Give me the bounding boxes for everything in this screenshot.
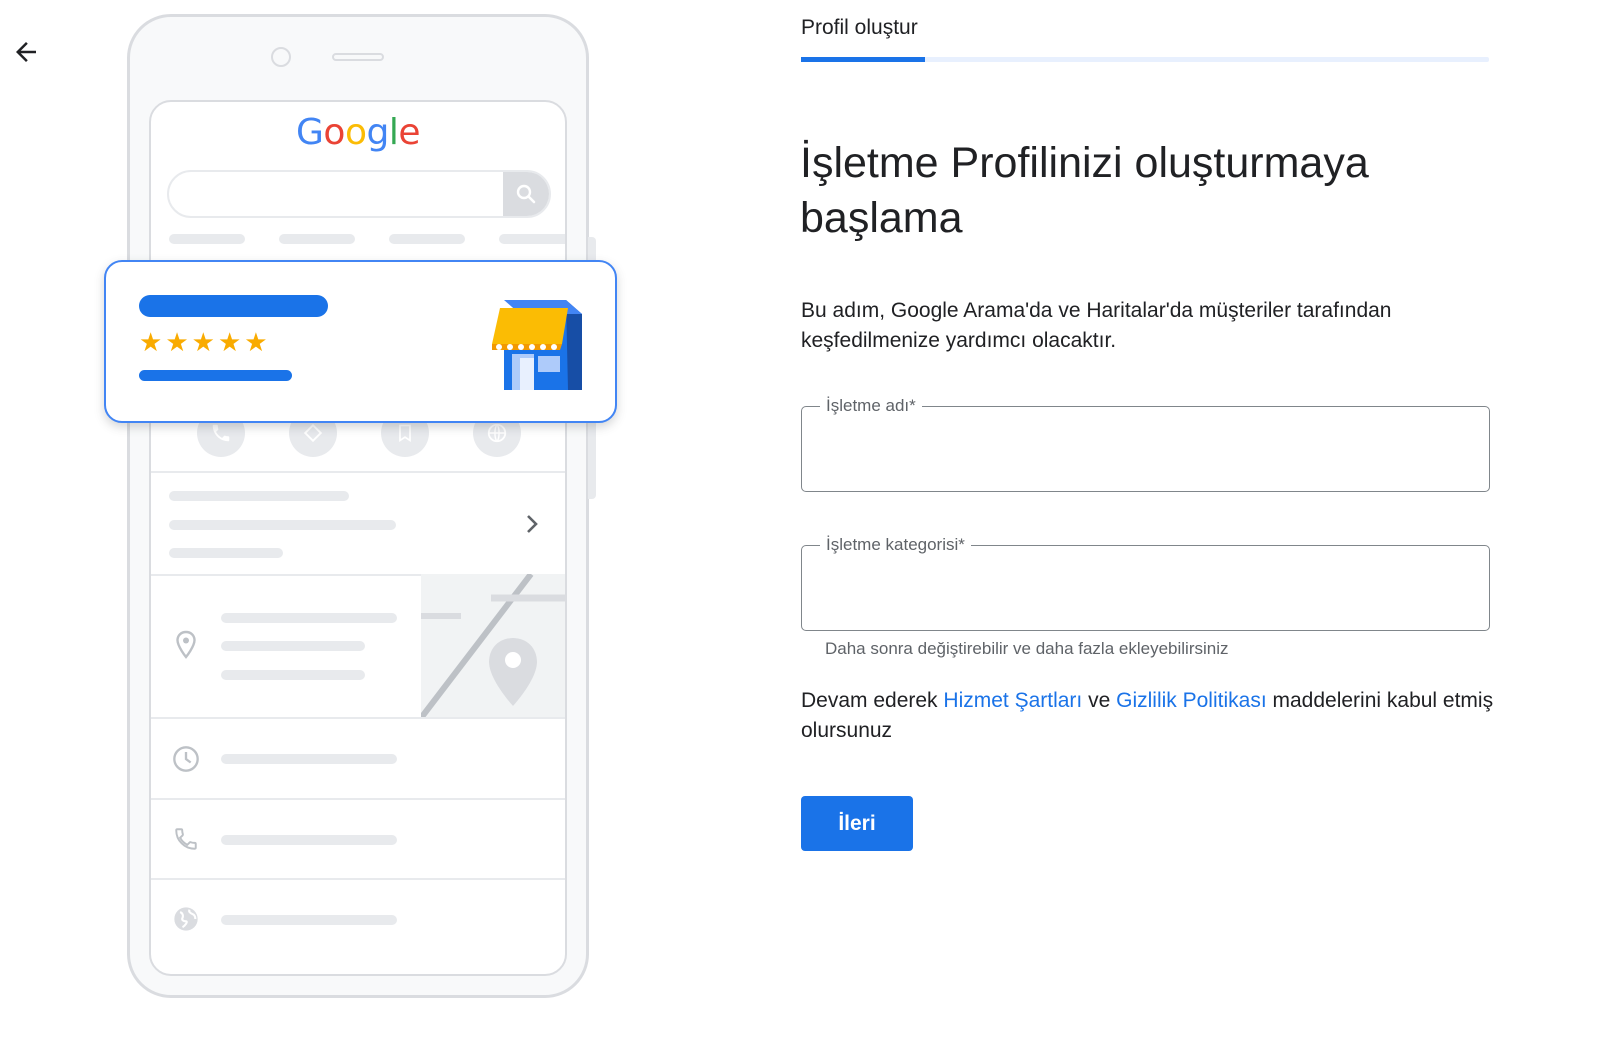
logo-letter: g: [366, 112, 389, 153]
mock-phone-row-icon: [171, 824, 201, 854]
mock-map: [421, 574, 565, 718]
terms-of-service-link[interactable]: Hizmet Şartları: [943, 689, 1082, 712]
mock-more-link: [521, 510, 543, 543]
next-button[interactable]: İleri: [801, 796, 913, 851]
mock-divider: [151, 798, 565, 800]
phone-camera: [271, 47, 291, 67]
mock-text-line: [169, 491, 349, 501]
mock-website-row-icon: [171, 904, 201, 934]
terms-notice: Devam ederek Hizmet Şartları ve Gizlilik…: [801, 686, 1501, 746]
business-category-input[interactable]: [802, 546, 1489, 630]
logo-letter: l: [388, 112, 399, 153]
mock-text-line: [221, 835, 397, 845]
mock-divider: [151, 717, 565, 719]
globe-icon: [174, 907, 198, 931]
google-logo: Google: [151, 112, 565, 153]
business-category-label: İşletme kategorisi*: [820, 534, 971, 556]
mock-text-line: [221, 754, 397, 764]
mock-address-row-icon: [171, 630, 201, 660]
clock-icon: [173, 746, 199, 772]
chevron-right-icon: [527, 515, 538, 533]
terms-middle: ve: [1082, 689, 1117, 712]
star-icon: ★: [217, 328, 242, 358]
map-icon: [421, 574, 565, 718]
mock-tab: [389, 234, 465, 244]
mock-search-button: [503, 172, 549, 216]
bookmark-icon: [399, 424, 411, 443]
mock-tab: [169, 234, 245, 244]
privacy-policy-link[interactable]: Gizlilik Politikası: [1116, 689, 1267, 712]
card-title-bar: [139, 295, 328, 317]
terms-prefix: Devam ederek: [801, 689, 944, 712]
mock-tab: [499, 234, 565, 244]
phone-icon: [212, 424, 230, 442]
progress-bar: [801, 57, 1489, 62]
search-icon: [516, 184, 536, 204]
logo-letter: G: [296, 112, 324, 153]
phone-speaker: [332, 53, 384, 61]
business-category-field[interactable]: İşletme kategorisi*: [801, 534, 1490, 631]
directions-icon: [303, 423, 323, 443]
step-label: Profil oluştur: [801, 16, 918, 39]
mock-text-line: [221, 613, 397, 623]
star-icon: ★: [191, 328, 215, 358]
page-title: İşletme Profilinizi oluşturmaya başlama: [800, 139, 1369, 242]
card-subtitle-bar: [139, 370, 292, 381]
star-icon: ★: [165, 328, 189, 358]
business-name-label: İşletme adı*: [820, 395, 922, 417]
web-icon: [487, 423, 507, 443]
mock-hours-row-icon: [171, 744, 201, 774]
star-rating: ★ ★ ★ ★ ★: [139, 328, 268, 358]
business-profile-card: ★ ★ ★ ★ ★: [104, 260, 617, 423]
star-icon: ★: [139, 328, 163, 358]
mock-text-line: [169, 520, 396, 530]
store-icon: [492, 300, 582, 390]
phone-screen: Google: [149, 100, 567, 976]
mock-text-line: [169, 548, 283, 558]
business-name-field[interactable]: İşletme adı*: [801, 395, 1490, 492]
progress-bar-fill: [801, 57, 925, 62]
mock-divider: [151, 878, 565, 880]
mock-text-line: [221, 915, 397, 925]
location-pin-icon: [176, 630, 196, 659]
business-category-hint: Daha sonra değiştirebilir ve daha fazla …: [825, 639, 1229, 658]
mock-tab: [279, 234, 355, 244]
mock-divider: [151, 471, 565, 473]
mock-text-line: [221, 670, 365, 680]
logo-letter: e: [398, 112, 420, 153]
logo-letter: o: [323, 112, 345, 153]
mock-search-bar: [167, 170, 551, 218]
business-name-input[interactable]: [802, 407, 1489, 491]
page-description: Bu adım, Google Arama'da ve Haritalar'da…: [801, 299, 1392, 352]
phone-illustration: Google ★ ★ ★ ★ ★: [0, 0, 640, 1042]
phone-icon: [175, 828, 197, 850]
mock-text-line: [221, 641, 365, 651]
star-icon: ★: [244, 328, 268, 358]
logo-letter: o: [344, 112, 367, 153]
